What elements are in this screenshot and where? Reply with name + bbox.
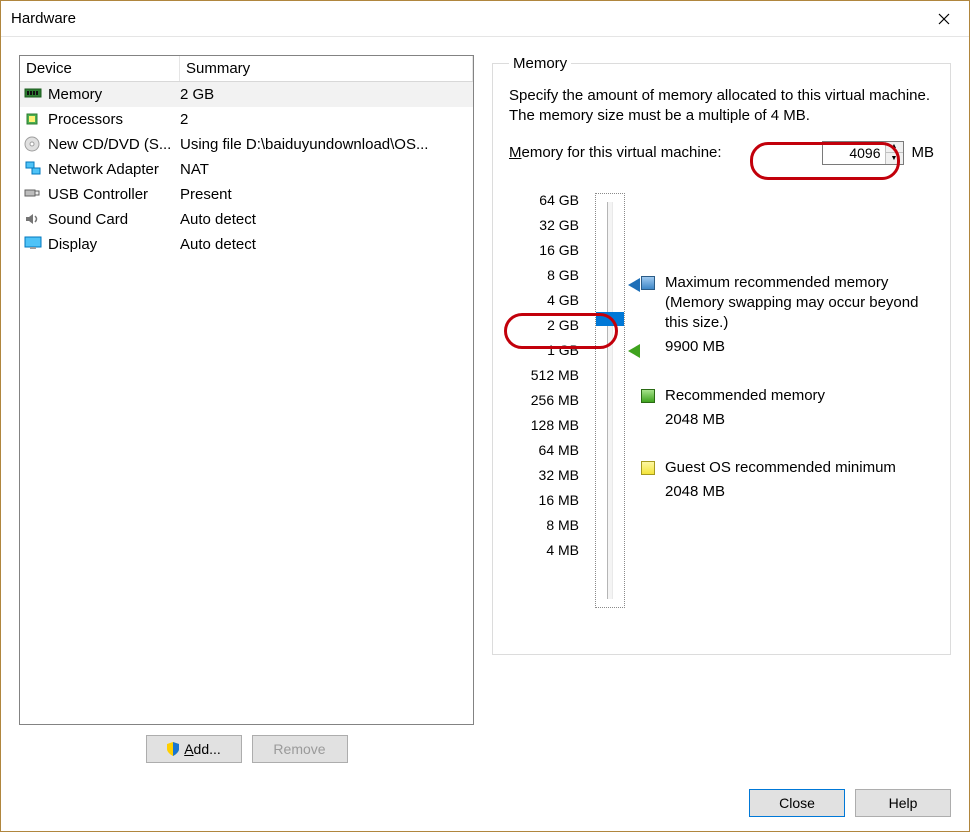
hardware-dialog: Hardware Device Summary Memory2 GBProces… xyxy=(0,0,970,832)
recommended-swatch-icon xyxy=(641,389,655,403)
memory-slider-area: 64 GB32 GB16 GB8 GB4 GB2 GB1 GB512 MB256… xyxy=(509,193,934,608)
display-icon xyxy=(24,236,44,254)
cpu-icon xyxy=(24,111,44,129)
remove-button: Remove xyxy=(252,735,348,763)
add-button[interactable]: Add... xyxy=(146,735,242,763)
recommended-value: 2048 MB xyxy=(665,410,825,430)
device-row-display[interactable]: DisplayAuto detect xyxy=(20,232,473,257)
slider-tick: 256 MB xyxy=(509,393,579,418)
device-name: Network Adapter xyxy=(48,161,180,178)
device-row-memory[interactable]: Memory2 GB xyxy=(20,82,473,107)
memory-description: Specify the amount of memory allocated t… xyxy=(509,86,934,127)
recommended-title: Recommended memory xyxy=(665,386,825,406)
max-recommended-marker-icon xyxy=(628,278,640,292)
memory-fieldset: Memory Specify the amount of memory allo… xyxy=(492,55,951,655)
slider-tick-labels: 64 GB32 GB16 GB8 GB4 GB2 GB1 GB512 MB256… xyxy=(509,193,579,608)
device-row-disc[interactable]: New CD/DVD (S...Using file D:\baiduyundo… xyxy=(20,132,473,157)
slider-tick: 4 GB xyxy=(509,293,579,318)
disc-icon xyxy=(24,136,44,154)
memory-info-column: Maximum recommended memory (Memory swapp… xyxy=(641,193,934,608)
device-row-network[interactable]: Network AdapterNAT xyxy=(20,157,473,182)
slider-tick: 512 MB xyxy=(509,368,579,393)
max-recommended-swatch-icon xyxy=(641,276,655,290)
memory-spinner[interactable]: ▲ ▼ xyxy=(822,141,904,165)
slider-tick: 16 MB xyxy=(509,493,579,518)
device-list: Device Summary Memory2 GBProcessors2New … xyxy=(19,55,474,725)
device-summary: Using file D:\baiduyundownload\OS... xyxy=(180,136,473,153)
slider-track xyxy=(607,202,613,599)
recommended-block: Recommended memory 2048 MB xyxy=(641,386,934,431)
slider-tick: 8 MB xyxy=(509,518,579,543)
device-list-buttons: Add... Remove xyxy=(19,725,474,775)
spinner-up[interactable]: ▲ xyxy=(886,142,903,154)
close-icon xyxy=(938,13,950,25)
slider-tick: 64 MB xyxy=(509,443,579,468)
slider-tick: 4 MB xyxy=(509,543,579,568)
spinner-down[interactable]: ▼ xyxy=(886,153,903,164)
usb-icon xyxy=(24,186,44,204)
device-summary: 2 GB xyxy=(180,86,473,103)
device-name: Sound Card xyxy=(48,211,180,228)
memory-unit: MB xyxy=(912,144,935,161)
dialog-footer: Close Help xyxy=(1,775,969,831)
memory-slider[interactable] xyxy=(595,193,625,608)
titlebar: Hardware xyxy=(1,1,969,37)
memory-icon xyxy=(24,86,44,104)
device-name: USB Controller xyxy=(48,186,180,203)
device-summary: Present xyxy=(180,186,473,203)
max-recommended-value: 9900 MB xyxy=(665,337,934,357)
shield-icon xyxy=(166,742,180,756)
left-panel: Device Summary Memory2 GBProcessors2New … xyxy=(19,55,474,775)
device-name: Display xyxy=(48,236,180,253)
sound-icon xyxy=(24,211,44,229)
help-button[interactable]: Help xyxy=(855,789,951,817)
device-summary: Auto detect xyxy=(180,236,473,253)
max-recommended-block: Maximum recommended memory (Memory swapp… xyxy=(641,273,934,358)
device-list-header: Device Summary xyxy=(20,56,473,82)
device-name: New CD/DVD (S... xyxy=(48,136,180,153)
memory-input-row: Memory for this virtual machine: ▲ ▼ MB xyxy=(509,141,934,165)
right-panel: Memory Specify the amount of memory allo… xyxy=(492,55,951,775)
slider-tick: 32 GB xyxy=(509,218,579,243)
slider-tick: 64 GB xyxy=(509,193,579,218)
max-recommended-note: (Memory swapping may occur beyond this s… xyxy=(665,293,934,334)
max-recommended-title: Maximum recommended memory xyxy=(665,273,934,293)
slider-tick: 1 GB xyxy=(509,343,579,368)
guest-min-swatch-icon xyxy=(641,461,655,475)
device-row-sound[interactable]: Sound CardAuto detect xyxy=(20,207,473,232)
window-close-button[interactable] xyxy=(919,1,969,37)
dialog-body: Device Summary Memory2 GBProcessors2New … xyxy=(1,37,969,775)
recommended-marker-icon xyxy=(628,344,640,358)
guest-min-value: 2048 MB xyxy=(665,482,896,502)
slider-tick: 2 GB xyxy=(509,318,579,343)
network-icon xyxy=(24,161,44,179)
header-device[interactable]: Device xyxy=(20,56,180,81)
slider-tick: 128 MB xyxy=(509,418,579,443)
window-title: Hardware xyxy=(11,10,919,27)
slider-tick: 8 GB xyxy=(509,268,579,293)
device-name: Processors xyxy=(48,111,180,128)
slider-tick: 16 GB xyxy=(509,243,579,268)
device-name: Memory xyxy=(48,86,180,103)
device-row-cpu[interactable]: Processors2 xyxy=(20,107,473,132)
guest-min-title: Guest OS recommended minimum xyxy=(665,458,896,478)
close-button[interactable]: Close xyxy=(749,789,845,817)
header-summary[interactable]: Summary xyxy=(180,56,473,81)
remove-button-label: Remove xyxy=(273,741,325,757)
slider-handle[interactable] xyxy=(596,312,624,326)
guest-min-block: Guest OS recommended minimum 2048 MB xyxy=(641,458,934,503)
add-button-label: dd... xyxy=(194,741,221,757)
device-summary: 2 xyxy=(180,111,473,128)
slider-tick: 32 MB xyxy=(509,468,579,493)
memory-legend: Memory xyxy=(509,55,571,72)
memory-input-label: Memory for this virtual machine: xyxy=(509,144,722,161)
device-summary: Auto detect xyxy=(180,211,473,228)
device-row-usb[interactable]: USB ControllerPresent xyxy=(20,182,473,207)
device-summary: NAT xyxy=(180,161,473,178)
memory-input[interactable] xyxy=(823,142,885,164)
